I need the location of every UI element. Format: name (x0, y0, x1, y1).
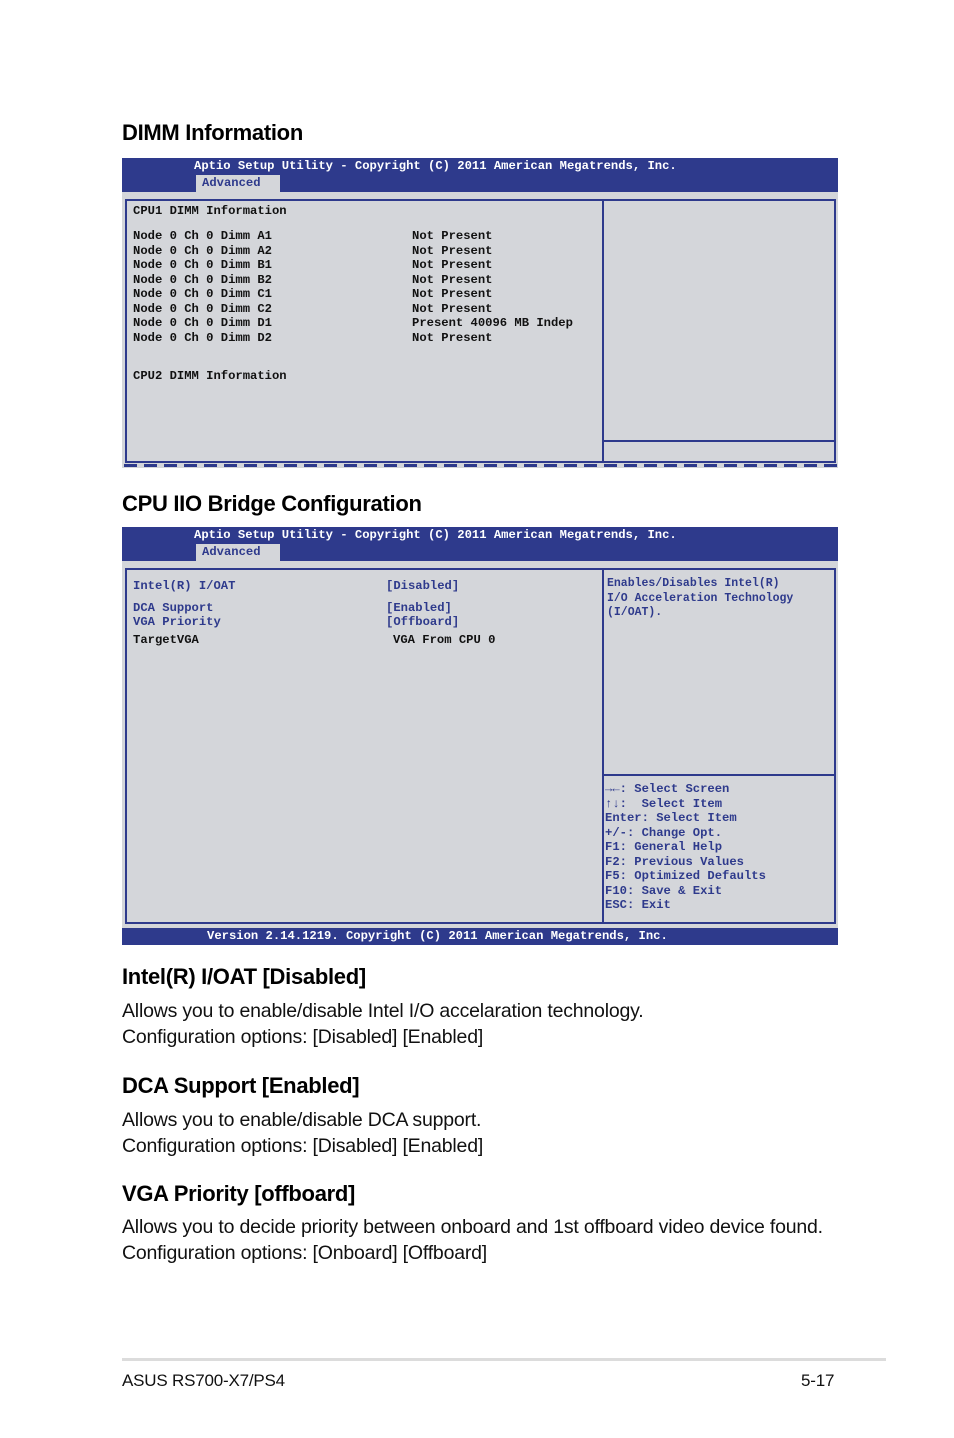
desc-text: Allows you to decide priority between on… (122, 1216, 823, 1238)
setting-vga-priority-label[interactable]: VGA Priority (133, 615, 221, 630)
dimm-row-label: Node 0 Ch 0 Dimm A2 (133, 243, 272, 258)
help-text-line: I/O Acceleration Technology (607, 591, 794, 605)
dimm-row-label: Node 0 Ch 0 Dimm B1 (133, 258, 272, 272)
key-hint: ↑↓: Select Item (605, 796, 723, 811)
dimm-row-value: Not Present (412, 287, 493, 301)
bios-header-title: Aptio Setup Utility - Copyright (C) 2011… (194, 159, 677, 173)
dimm-row-value: Not Present (412, 243, 493, 258)
dimm-row-label: Node 0 Ch 0 Dimm C1 (133, 287, 272, 301)
setting-vga-priority-value[interactable]: [Offboard] (386, 615, 459, 630)
panel-divider (602, 568, 604, 924)
dimm-row-label: Node 0 Ch 0 Dimm A1 (133, 229, 272, 243)
bios-header: Aptio Setup Utility - Copyright (C) 2011… (122, 527, 838, 561)
key-hint: F10: Save & Exit (605, 883, 723, 898)
desc-text: Allows you to enable/disable Intel I/O a… (122, 1000, 644, 1022)
dimm-row-value: Not Present (412, 272, 493, 287)
help-divider (602, 774, 836, 776)
key-hint: Enter: Select Item (605, 811, 737, 825)
tab-advanced[interactable]: Advanced (196, 175, 280, 192)
key-hint: F5: Optimized Defaults (605, 869, 766, 883)
setting-dca-value[interactable]: [Enabled] (386, 601, 452, 616)
dimm-row-value: Present 40096 MB Indep (412, 316, 573, 330)
dimm-row-label: Node 0 Ch 0 Dimm B2 (133, 272, 272, 287)
footer-product-name: ASUS RS700-X7/PS4 (122, 1371, 285, 1390)
bios-screen-dimm: Aptio Setup Utility - Copyright (C) 2011… (122, 158, 838, 468)
dimm-row-label: Node 0 Ch 0 Dimm D1 (133, 316, 272, 330)
desc-options: Configuration options: [Disabled] [Enabl… (122, 1135, 484, 1157)
key-hint: F2: Previous Values (605, 854, 744, 869)
desc-title-dca: DCA Support [Enabled] (122, 1073, 360, 1098)
cpu1-dimm-heading: CPU1 DIMM Information (133, 204, 287, 218)
bios-header: Aptio Setup Utility - Copyright (C) 2011… (122, 158, 838, 192)
setting-ioat-value[interactable]: [Disabled] (386, 579, 459, 594)
help-text-line: (I/OAT). (607, 606, 663, 619)
key-hint: +/-: Change Opt. (605, 825, 723, 840)
desc-options: Configuration options: [Disabled] [Enabl… (122, 1026, 484, 1048)
dimm-row-value: Not Present (412, 258, 493, 272)
target-vga-value: VGA From CPU 0 (393, 633, 496, 647)
key-hint: ESC: Exit (605, 898, 671, 912)
section-title-cpu-iio-bridge: CPU IIO Bridge Configuration (122, 491, 422, 516)
tab-advanced[interactable]: Advanced (196, 544, 280, 561)
dimm-row-value: Not Present (412, 229, 493, 243)
help-divider (602, 440, 836, 442)
target-vga-label: TargetVGA (133, 633, 199, 647)
bios-body: Intel(R) I/OAT [Disabled] DCA Support [E… (122, 561, 838, 928)
dimm-row-label: Node 0 Ch 0 Dimm C2 (133, 301, 272, 316)
setting-dca-label[interactable]: DCA Support (133, 601, 213, 616)
dimm-row-value: Not Present (412, 301, 493, 316)
footer-rule (122, 1358, 886, 1361)
desc-title-ioat: Intel(R) I/OAT [Disabled] (122, 964, 366, 989)
help-text-line: Enables/Disables Intel(R) (607, 577, 780, 590)
key-hint: F1: General Help (605, 840, 723, 854)
bios-header-title: Aptio Setup Utility - Copyright (C) 2011… (194, 528, 677, 542)
desc-options: Configuration options: [Onboard] [Offboa… (122, 1242, 488, 1264)
desc-text: Allows you to enable/disable DCA support… (122, 1109, 482, 1131)
bios-body: CPU1 DIMM Information Node 0 Ch 0 Dimm A… (122, 192, 838, 468)
key-hint: →←: Select Screen (605, 782, 730, 796)
truncation-dashes (122, 462, 842, 470)
dimm-row-value: Not Present (412, 330, 493, 345)
bios-screen-iio: Aptio Setup Utility - Copyright (C) 2011… (122, 527, 838, 945)
dimm-row-label: Node 0 Ch 0 Dimm D2 (133, 330, 272, 345)
bios-version-footer: Version 2.14.1219. Copyright (C) 2011 Am… (122, 928, 838, 945)
footer-page-number: 5-17 (801, 1371, 835, 1390)
panel-divider (602, 199, 604, 463)
section-title-dimm-information: DIMM Information (122, 120, 303, 145)
cpu2-dimm-heading: CPU2 DIMM Information (133, 369, 287, 383)
setting-ioat-label[interactable]: Intel(R) I/OAT (133, 579, 235, 594)
desc-title-vga-priority: VGA Priority [offboard] (122, 1181, 356, 1206)
